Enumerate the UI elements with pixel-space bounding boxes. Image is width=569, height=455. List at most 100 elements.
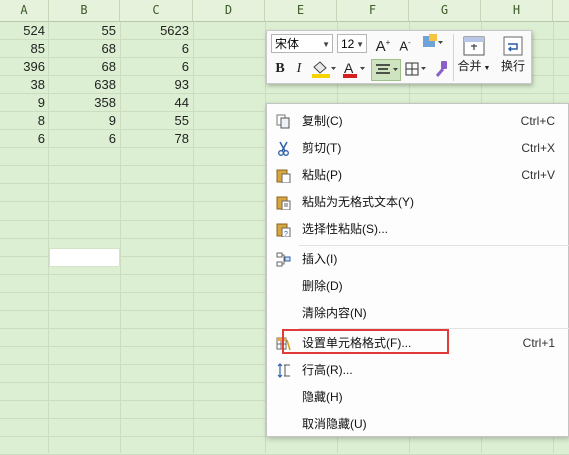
svg-text:A: A — [344, 60, 354, 76]
menu-item-insert[interactable]: 插入(I) — [267, 246, 569, 273]
cell-c2[interactable]: 6 — [120, 40, 193, 58]
cell-b2[interactable]: 68 — [49, 40, 120, 58]
cell-c3[interactable]: 6 — [120, 58, 193, 76]
format-painter-button[interactable] — [431, 59, 451, 84]
style-button[interactable] — [419, 33, 445, 56]
row-height-icon — [277, 363, 290, 378]
cell-a4[interactable]: 38 — [0, 76, 49, 94]
toolbar-separator — [453, 34, 454, 81]
menu-item-label: 复制(C) — [302, 114, 343, 128]
menu-item-label: 清除内容(N) — [302, 306, 367, 320]
fill-color-button[interactable] — [309, 59, 339, 84]
column-header-f[interactable]: F — [337, 0, 409, 21]
cell-style-icon — [423, 34, 443, 47]
menu-item-unhide[interactable]: 取消隐藏(U) — [267, 411, 569, 438]
menu-item-paste-special[interactable]: ? 选择性粘贴(S)... — [267, 216, 569, 243]
paste-text-icon — [276, 196, 291, 210]
cell-b4[interactable]: 638 — [49, 76, 120, 94]
merge-cells-icon — [463, 36, 485, 56]
cell-c6[interactable]: 55 — [120, 112, 193, 130]
menu-item-delete[interactable]: 删除(D) — [267, 273, 569, 300]
shrink-font-icon: A — [399, 38, 408, 54]
cell-a3[interactable]: 396 — [0, 58, 49, 76]
chevron-down-icon: ▼ — [322, 40, 330, 49]
menu-item-label: 剪切(T) — [302, 141, 342, 155]
shrink-font-button[interactable]: A- — [395, 33, 415, 56]
menu-item-label: 行高(R)... — [302, 363, 353, 377]
cell-a2[interactable]: 85 — [0, 40, 49, 58]
menu-item-label: 隐藏(H) — [302, 390, 343, 404]
merge-button[interactable]: 合并 ▼ — [457, 35, 491, 74]
menu-item-clear-contents[interactable]: 清除内容(N) — [267, 300, 569, 327]
svg-text:?: ? — [284, 231, 288, 237]
cell-a7[interactable]: 6 — [0, 130, 49, 148]
cell-b3[interactable]: 68 — [49, 58, 120, 76]
merge-label: 合并 — [457, 59, 482, 73]
column-header-b[interactable]: B — [49, 0, 120, 21]
grid-row — [0, 437, 569, 455]
menu-item-copy[interactable]: 复制(C) Ctrl+C — [267, 108, 569, 135]
menu-item-shortcut: Ctrl+C — [520, 114, 555, 128]
font-name-value: 宋体 — [275, 37, 300, 51]
italic-icon: I — [296, 61, 302, 76]
cell-a1[interactable]: 524 — [0, 22, 49, 40]
cell-b6[interactable]: 9 — [49, 112, 120, 130]
grow-font-icon: A — [375, 38, 386, 55]
font-color-icon: A — [343, 60, 365, 78]
column-header-d[interactable]: D — [193, 0, 265, 21]
wrap-label: 换行 — [500, 59, 525, 73]
paste-icon — [276, 169, 291, 183]
cell-a6[interactable]: 8 — [0, 112, 49, 130]
font-size-select[interactable]: 12 ▼ — [337, 34, 367, 53]
menu-item-label: 粘贴为无格式文本(Y) — [302, 195, 414, 209]
column-header-h[interactable]: H — [481, 0, 553, 21]
menu-item-cut[interactable]: 剪切(T) Ctrl+X — [267, 135, 569, 162]
bold-button[interactable]: B — [271, 59, 289, 79]
cell-b7[interactable]: 6 — [49, 130, 120, 148]
annotation-highlight-box — [282, 329, 449, 354]
menu-item-paste-plain[interactable]: 粘贴为无格式文本(Y) — [267, 189, 569, 216]
italic-button[interactable]: I — [291, 59, 307, 79]
column-header-i[interactable] — [553, 0, 569, 21]
cell-c4[interactable]: 93 — [120, 76, 193, 94]
font-size-value: 12 — [341, 37, 355, 51]
menu-item-shortcut: Ctrl+X — [521, 141, 555, 155]
menu-item-shortcut: Ctrl+1 — [522, 336, 555, 350]
menu-item-row-height[interactable]: 行高(R)... — [267, 357, 569, 384]
selected-cell[interactable] — [49, 248, 120, 267]
menu-item-label: 粘贴(P) — [302, 168, 342, 182]
cell-c7[interactable]: 78 — [120, 130, 193, 148]
bold-icon: B — [275, 61, 285, 76]
format-painter-icon — [435, 61, 447, 77]
chevron-down-icon: ▼ — [356, 40, 364, 49]
wrap-text-button[interactable]: 换行 — [497, 35, 529, 74]
borders-icon — [405, 62, 426, 76]
paint-bucket-icon — [312, 61, 336, 78]
copy-icon — [276, 114, 290, 129]
font-color-button[interactable]: A — [341, 59, 369, 84]
menu-item-label: 选择性粘贴(S)... — [302, 222, 388, 236]
grow-font-button[interactable]: A+ — [373, 33, 393, 57]
column-header-g[interactable]: G — [409, 0, 481, 21]
align-center-icon — [376, 64, 398, 74]
paste-special-icon: ? — [276, 223, 291, 237]
column-header-bar: A B C D E F G H — [0, 0, 569, 22]
borders-button[interactable] — [403, 59, 431, 84]
menu-item-shortcut: Ctrl+V — [521, 168, 555, 182]
column-header-c[interactable]: C — [120, 0, 193, 21]
menu-item-label: 取消隐藏(U) — [302, 417, 367, 431]
cell-a5[interactable]: 9 — [0, 94, 49, 112]
column-header-e[interactable]: E — [265, 0, 337, 21]
align-button[interactable] — [371, 59, 401, 81]
menu-item-label: 删除(D) — [302, 279, 343, 293]
cell-b1[interactable]: 55 — [49, 22, 120, 40]
menu-item-label: 插入(I) — [302, 252, 338, 266]
context-menu: 复制(C) Ctrl+C 剪切(T) Ctrl+X 粘贴(P) Ctrl+V 粘… — [266, 103, 569, 437]
column-header-a[interactable]: A — [0, 0, 49, 21]
menu-item-paste[interactable]: 粘贴(P) Ctrl+V — [267, 162, 569, 189]
cell-c1[interactable]: 5623 — [120, 22, 193, 40]
cell-b5[interactable]: 358 — [49, 94, 120, 112]
font-name-select[interactable]: 宋体 ▼ — [271, 34, 333, 53]
menu-item-hide[interactable]: 隐藏(H) — [267, 384, 569, 411]
cell-c5[interactable]: 44 — [120, 94, 193, 112]
